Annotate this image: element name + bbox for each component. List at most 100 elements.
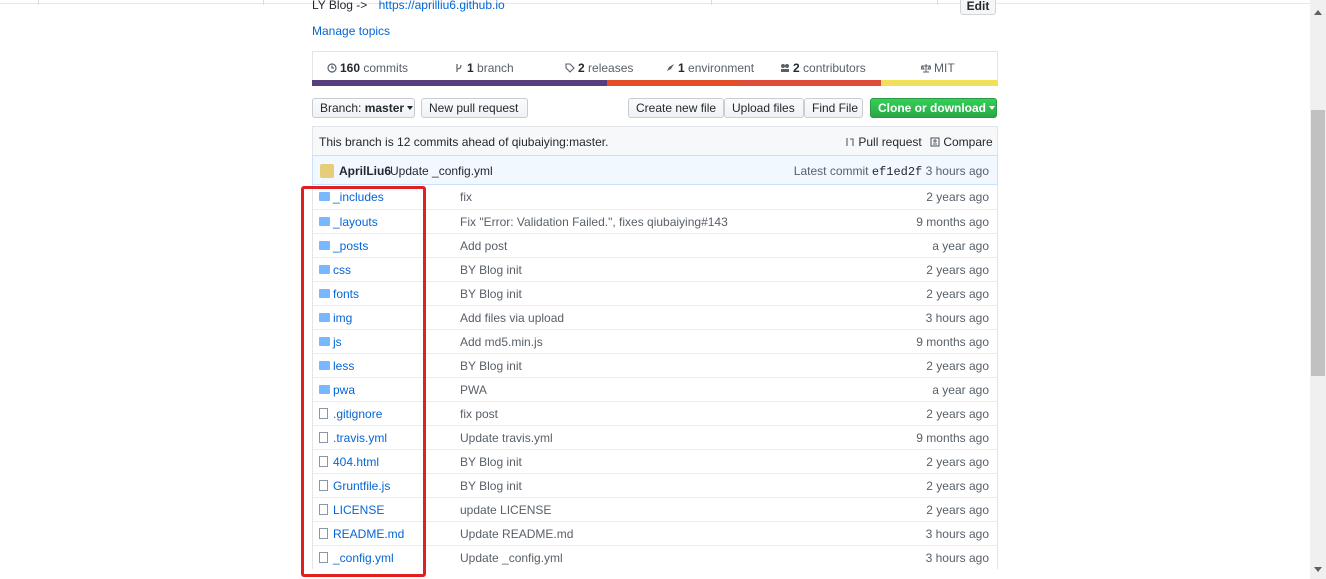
latest-commit-label: Latest commit — [793, 164, 869, 178]
file-commit-message[interactable]: PWA — [460, 383, 487, 397]
branch-prefix: Branch: — [320, 101, 362, 115]
avatar[interactable] — [320, 164, 334, 178]
releases-link[interactable]: 2 releases — [565, 61, 633, 75]
branch-count: 1 — [467, 61, 474, 75]
file-icon — [319, 480, 328, 491]
file-commit-age: 2 years ago — [926, 263, 989, 277]
file-commit-age: 3 hours ago — [925, 527, 989, 541]
commit-author[interactable]: AprilLiu6 — [339, 164, 391, 178]
language-bar[interactable] — [312, 80, 998, 86]
license-link[interactable]: MIT — [921, 61, 955, 75]
branches-link[interactable]: 1 branch — [454, 61, 514, 75]
table-row: _posts Add post a year ago — [313, 233, 997, 257]
file-commit-message[interactable]: BY Blog init — [460, 479, 522, 493]
language-bar-segment[interactable] — [312, 80, 607, 86]
file-commit-message[interactable]: BY Blog init — [460, 287, 522, 301]
pull-request-link[interactable]: Pull request — [845, 135, 922, 149]
file-name-link[interactable]: .gitignore — [333, 407, 382, 421]
contributors-link[interactable]: 2 contributors — [780, 61, 866, 75]
manage-topics-link[interactable]: Manage topics — [312, 24, 390, 38]
top-separator — [38, 0, 39, 5]
new-pull-request-button[interactable]: New pull request — [421, 98, 528, 118]
table-row: .travis.yml Update travis.yml 9 months ago — [313, 425, 997, 449]
create-new-file-button[interactable]: Create new file — [628, 98, 724, 118]
commits-link[interactable]: 160 commits — [327, 61, 408, 75]
branch-status-text: This branch is 12 commits ahead of qiuba… — [319, 135, 609, 149]
file-name-link[interactable]: fonts — [333, 287, 359, 301]
file-commit-message[interactable]: Add files via upload — [460, 311, 564, 325]
folder-icon — [319, 265, 330, 274]
caret-down-icon — [407, 106, 414, 110]
file-name-link[interactable]: _layouts — [333, 215, 378, 229]
scroll-down-arrow-icon[interactable] — [1314, 567, 1322, 572]
commit-message[interactable]: Update _config.yml — [390, 164, 493, 178]
file-commit-message[interactable]: BY Blog init — [460, 359, 522, 373]
language-bar-segment[interactable] — [737, 80, 882, 86]
file-commit-message[interactable]: update LICENSE — [460, 503, 551, 517]
table-row: js Add md5.min.js 9 months ago — [313, 329, 997, 353]
clone-or-download-button[interactable]: Clone or download — [870, 98, 997, 118]
file-commit-message[interactable]: Add md5.min.js — [460, 335, 543, 349]
latest-commit-bar: AprilLiu6 Update _config.yml Latest comm… — [312, 155, 998, 185]
file-icon — [319, 408, 328, 419]
file-commit-message[interactable]: Fix "Error: Validation Failed.", fixes q… — [460, 215, 728, 229]
file-icon — [319, 504, 328, 515]
history-icon — [327, 63, 337, 73]
table-row: README.md Update README.md 3 hours ago — [313, 521, 997, 545]
commit-sha[interactable]: ef1ed2f — [872, 165, 922, 179]
scrollbar-thumb[interactable] — [1311, 110, 1325, 376]
compare-link[interactable]: Compare — [930, 135, 993, 149]
file-icon — [319, 552, 328, 563]
file-name-link[interactable]: Gruntfile.js — [333, 479, 390, 493]
file-commit-message[interactable]: Add post — [460, 239, 507, 253]
file-name-link[interactable]: LICENSE — [333, 503, 384, 517]
branch-label: branch — [477, 61, 514, 75]
file-commit-message[interactable]: fix post — [460, 407, 498, 421]
file-commit-age: 2 years ago — [926, 455, 989, 469]
file-name-link[interactable]: img — [333, 311, 352, 325]
table-row: LICENSE update LICENSE 2 years ago — [313, 497, 997, 521]
file-name-link[interactable]: _config.yml — [333, 551, 394, 565]
license-label: MIT — [934, 61, 955, 75]
file-name-link[interactable]: README.md — [333, 527, 404, 541]
file-name-link[interactable]: _posts — [333, 239, 368, 253]
website-link[interactable]: https://aprilliu6.github.io — [379, 0, 505, 12]
folder-icon — [319, 385, 330, 394]
file-name-link[interactable]: less — [333, 359, 354, 373]
file-commit-message[interactable]: BY Blog init — [460, 455, 522, 469]
file-name-link[interactable]: js — [333, 335, 342, 349]
compare-label: Compare — [943, 135, 993, 149]
file-commit-age: 9 months ago — [916, 431, 989, 445]
top-separator — [937, 0, 938, 5]
environment-link[interactable]: 1 environment — [665, 61, 754, 75]
file-name-link[interactable]: _includes — [333, 190, 384, 204]
folder-icon — [319, 313, 330, 322]
file-name-link[interactable]: pwa — [333, 383, 355, 397]
file-commit-age: 2 years ago — [926, 287, 989, 301]
diff-icon — [930, 137, 940, 147]
language-bar-segment[interactable] — [881, 80, 998, 86]
file-commit-message[interactable]: fix — [460, 190, 472, 204]
file-icon — [319, 456, 328, 467]
table-row: _includes fix 2 years ago — [313, 185, 997, 209]
folder-icon — [319, 241, 330, 250]
branch-select-button[interactable]: Branch: master — [312, 98, 415, 118]
scroll-up-arrow-icon[interactable] — [1314, 10, 1322, 15]
file-commit-message[interactable]: Update travis.yml — [460, 431, 553, 445]
latest-commit-info: Latest commit ef1ed2f 3 hours ago — [794, 164, 989, 179]
file-commit-age: 3 hours ago — [925, 551, 989, 565]
file-name-link[interactable]: 404.html — [333, 455, 379, 469]
language-bar-segment[interactable] — [606, 80, 738, 86]
edit-button[interactable]: Edit — [960, 0, 996, 15]
file-name-link[interactable]: .travis.yml — [333, 431, 387, 445]
law-icon — [921, 64, 931, 73]
file-commit-age: a year ago — [932, 383, 989, 397]
file-commit-message[interactable]: Update _config.yml — [460, 551, 563, 565]
top-separator — [711, 0, 712, 5]
file-table: _includes fix 2 years ago _layouts Fix "Erro… — [312, 185, 998, 569]
file-commit-message[interactable]: BY Blog init — [460, 263, 522, 277]
file-name-link[interactable]: css — [333, 263, 351, 277]
upload-files-button[interactable]: Upload files — [724, 98, 804, 118]
find-file-button[interactable]: Find File — [804, 98, 863, 118]
file-commit-message[interactable]: Update README.md — [460, 527, 573, 541]
